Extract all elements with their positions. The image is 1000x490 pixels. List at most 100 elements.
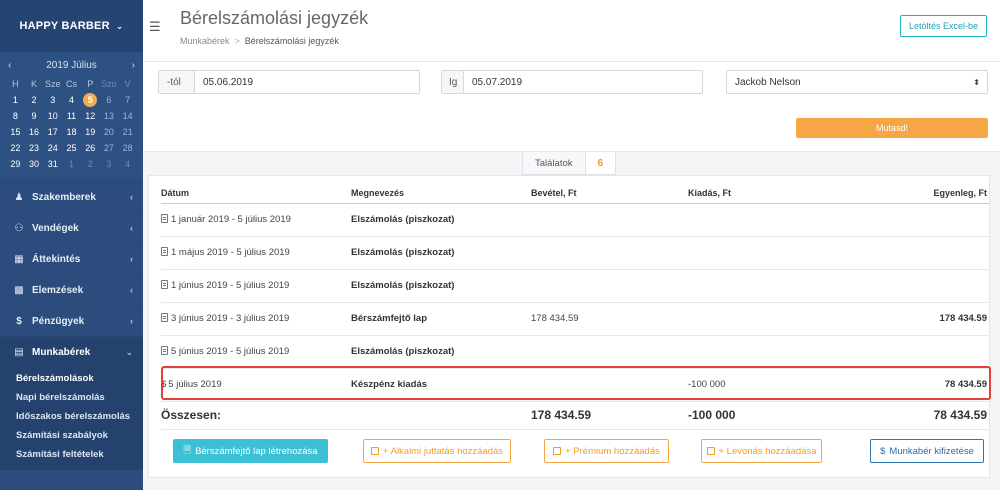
cell-date-text[interactable]: 5 július 2019: [168, 379, 221, 390]
payroll-table-panel: Dátum Megnevezés Bevétel, Ft Kiadás, Ft …: [148, 175, 991, 478]
submenu-item[interactable]: Időszakos bérelszámolás: [0, 407, 143, 426]
sidebar-item-label: Vendégek: [32, 222, 79, 234]
cell-date: 1 június 2019 - 5 július 2019: [161, 269, 351, 303]
calendar-day[interactable]: 27: [100, 141, 119, 155]
chevron-down-icon: ⌄: [125, 346, 133, 357]
date-from-input[interactable]: 05.06.2019: [195, 71, 419, 93]
calendar-day[interactable]: 1: [6, 93, 25, 107]
calendar-day[interactable]: 14: [118, 109, 137, 123]
weekday-label: P: [87, 79, 94, 89]
pay-salary-button[interactable]: $ Munkabér kifizetése: [870, 439, 984, 463]
calendar-day[interactable]: 25: [62, 141, 81, 155]
next-month-icon[interactable]: ›: [132, 60, 135, 71]
column-header-name[interactable]: Megnevezés: [351, 183, 531, 204]
table-row[interactable]: 1 május 2019 - 5 július 2019 Elszámolás (…: [161, 236, 989, 270]
date-to-label: Ig: [442, 71, 464, 93]
add-premium-button[interactable]: + Prémium hozzáadás: [544, 439, 669, 463]
cell-income: [531, 368, 688, 402]
hamburger-menu-icon[interactable]: ☰: [149, 19, 161, 35]
cell-date-text[interactable]: 1 május 2019 - 5 július 2019: [171, 247, 290, 258]
cell-date-text[interactable]: 3 június 2019 - 3 július 2019: [171, 313, 289, 324]
cell-expense: -100 000: [688, 368, 818, 402]
weekday-label: Cs: [65, 79, 77, 89]
results-tab[interactable]: Találatok 6: [522, 152, 617, 175]
calendar-day[interactable]: 21: [118, 125, 137, 139]
calendar-day[interactable]: 20: [100, 125, 119, 139]
add-deduction-button[interactable]: + Levonás hozzáadása: [701, 439, 822, 463]
show-button[interactable]: Mutasd!: [796, 118, 988, 138]
create-payslip-button[interactable]: 🗎 Bérszámfejtő lap létrehozása: [173, 439, 328, 463]
cell-date-text[interactable]: 1 június 2019 - 5 július 2019: [171, 280, 289, 291]
table-total-row: Összesen: 178 434.59 -100 000 78 434.59: [161, 401, 989, 430]
table-row[interactable]: 1 január 2019 - 5 július 2019 Elszámolás …: [161, 203, 989, 237]
submenu-item[interactable]: Bérelszámolások: [0, 369, 143, 388]
calendar-day[interactable]: 15: [6, 125, 25, 139]
calendar-day[interactable]: 17: [43, 125, 62, 139]
breadcrumb: Munkabérek > Bérelszámolási jegyzék: [180, 36, 339, 46]
cell-date-text[interactable]: 1 január 2019 - 5 július 2019: [171, 214, 291, 225]
calendar-day[interactable]: 9: [25, 109, 44, 123]
calendar-day[interactable]: 22: [6, 141, 25, 155]
table-row[interactable]: 1 június 2019 - 5 július 2019 Elszámolás …: [161, 269, 989, 303]
calendar-day[interactable]: 4: [118, 157, 137, 171]
table-row[interactable]: 3 június 2019 - 3 július 2019 Bérszámfejt…: [161, 302, 989, 336]
calendar-day[interactable]: 16: [25, 125, 44, 139]
calendar-day[interactable]: 11: [62, 109, 81, 123]
calendar-day[interactable]: 1: [62, 157, 81, 171]
submenu-item[interactable]: Számítási szabályok: [0, 426, 143, 445]
calendar-day[interactable]: 29: [6, 157, 25, 171]
column-header-income[interactable]: Bevétel, Ft: [531, 183, 688, 204]
calendar-day[interactable]: 6: [100, 93, 119, 107]
calendar-day[interactable]: 31: [43, 157, 62, 171]
sidebar-item-3[interactable]: ▦ Áttekintés ‹: [0, 243, 143, 274]
cell-expense: [688, 236, 818, 270]
calendar-day[interactable]: 24: [43, 141, 62, 155]
breadcrumb-separator: >: [234, 36, 240, 46]
action-bar: 🗎 Bérszámfejtő lap létrehozása + Alkalmi …: [167, 439, 984, 463]
calendar-day[interactable]: 2: [81, 157, 100, 171]
add-bonus-button[interactable]: + Alkalmi juttatás hozzáadás: [363, 439, 511, 463]
calendar-day[interactable]: 13: [100, 109, 119, 123]
prev-month-icon[interactable]: ‹: [8, 60, 11, 71]
breadcrumb-parent-link[interactable]: Munkabérek: [180, 36, 230, 46]
cell-date-text[interactable]: 5 június 2019 - 5 július 2019: [171, 346, 289, 357]
calendar-day[interactable]: 12: [81, 109, 100, 123]
grid-icon: ▦: [14, 253, 24, 265]
calendar-today[interactable]: 5: [83, 93, 98, 107]
calendar-day[interactable]: 26: [81, 141, 100, 155]
sidebar-item-1[interactable]: ♟ Szakemberek ‹: [0, 181, 143, 212]
cell-expense: [688, 335, 818, 369]
brand-dropdown[interactable]: HAPPY BARBER ⌄: [0, 0, 143, 52]
calendar-day[interactable]: 30: [25, 157, 44, 171]
weekday-label: H: [12, 79, 19, 89]
column-header-date[interactable]: Dátum: [161, 183, 351, 204]
calendar-day[interactable]: 7: [118, 93, 137, 107]
sidebar-item-5[interactable]: $ Pénzügyek ‹: [0, 305, 143, 336]
calendar-day[interactable]: 3: [100, 157, 119, 171]
table-row[interactable]: 5 június 2019 - 5 július 2019 Elszámolás …: [161, 335, 989, 369]
date-to-input[interactable]: 05.07.2019: [464, 71, 702, 93]
column-header-balance[interactable]: Egyenleg, Ft: [818, 183, 989, 204]
calendar-day[interactable]: 19: [81, 125, 100, 139]
column-header-expense[interactable]: Kiadás, Ft: [688, 183, 818, 204]
sidebar-item-6[interactable]: ▤ Munkabérek ⌄: [0, 336, 143, 367]
employee-select[interactable]: Jackob Nelson ⬍: [726, 70, 988, 94]
table-row[interactable]: $5 július 2019 Készpénz kiadás -100 000 78 …: [161, 368, 989, 402]
submenu-item[interactable]: Számítási feltételek: [0, 445, 143, 464]
calendar-day[interactable]: 28: [118, 141, 137, 155]
submenu-item[interactable]: Napi bérelszámolás: [0, 388, 143, 407]
calendar-day[interactable]: 4: [62, 93, 81, 107]
edit-icon: [553, 447, 562, 455]
calendar-day[interactable]: 8: [6, 109, 25, 123]
calendar-day[interactable]: 3: [43, 93, 62, 107]
calendar-day[interactable]: 2: [25, 93, 44, 107]
cell-balance: 178 434.59: [818, 302, 989, 336]
page-header: ☰ Bérelszámolási jegyzék Munkabérek > Bére…: [143, 0, 1000, 62]
excel-download-button[interactable]: Letöltés Excel-be: [899, 15, 987, 37]
calendar-day[interactable]: 10: [43, 109, 62, 123]
calendar-day[interactable]: 23: [25, 141, 44, 155]
sidebar-item-4[interactable]: ▩ Elemzések ‹: [0, 274, 143, 305]
calendar-day[interactable]: 18: [62, 125, 81, 139]
calendar-day[interactable]: 5: [81, 93, 100, 107]
sidebar-item-2[interactable]: ⚇ Vendégek ‹: [0, 212, 143, 243]
